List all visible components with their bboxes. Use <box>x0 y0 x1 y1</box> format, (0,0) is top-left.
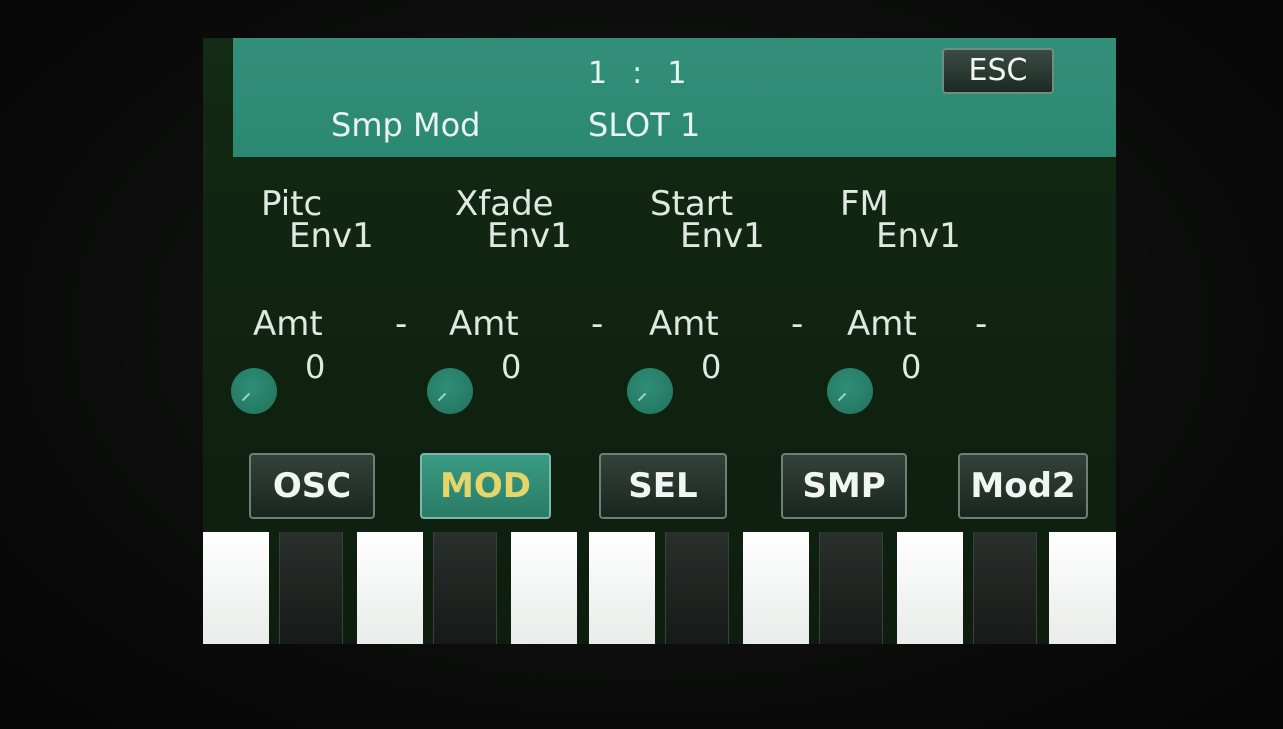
black-key[interactable] <box>433 532 497 644</box>
white-key[interactable] <box>357 532 423 644</box>
param-value: Env1 <box>289 216 374 256</box>
knob-indicator <box>241 392 251 402</box>
esc-button[interactable]: ESC <box>942 48 1054 94</box>
amt-value: 0 <box>901 348 922 386</box>
lcd-screen: 1 : 1 Smp Mod SLOT 1 ESC Pitc Env1 Xfade… <box>203 38 1116 644</box>
white-key[interactable] <box>511 532 577 644</box>
amt-label: Amt <box>649 304 719 344</box>
tab-mod[interactable]: MOD <box>420 453 551 519</box>
amt-dash: - <box>791 304 804 344</box>
amt-label: Amt <box>847 304 917 344</box>
knob-indicator <box>837 392 847 402</box>
position-readout: 1 : 1 <box>588 56 689 91</box>
white-key[interactable] <box>589 532 655 644</box>
slot-label: SLOT 1 <box>588 106 701 144</box>
amt-knob-3[interactable] <box>627 368 673 414</box>
black-key[interactable] <box>665 532 729 644</box>
amt-knob-4[interactable] <box>827 368 873 414</box>
page-title: Smp Mod <box>331 106 481 144</box>
amt-knob-1[interactable] <box>231 368 277 414</box>
param-value: Env1 <box>876 216 961 256</box>
tab-sel[interactable]: SEL <box>599 453 727 519</box>
black-key[interactable] <box>973 532 1037 644</box>
tab-osc[interactable]: OSC <box>249 453 375 519</box>
black-key[interactable] <box>819 532 883 644</box>
amt-dash: - <box>975 304 988 344</box>
black-key[interactable] <box>279 532 343 644</box>
white-key[interactable] <box>743 532 809 644</box>
white-key[interactable] <box>897 532 963 644</box>
knob-indicator <box>437 392 447 402</box>
amt-knob-2[interactable] <box>427 368 473 414</box>
amt-value: 0 <box>305 348 326 386</box>
param-value: Env1 <box>680 216 765 256</box>
amt-label: Amt <box>253 304 323 344</box>
header-bar: 1 : 1 Smp Mod SLOT 1 ESC <box>233 38 1116 157</box>
param-value: Env1 <box>487 216 572 256</box>
tab-smp[interactable]: SMP <box>781 453 907 519</box>
amt-label: Amt <box>449 304 519 344</box>
white-key[interactable] <box>1049 532 1116 644</box>
knob-indicator <box>637 392 647 402</box>
amt-dash: - <box>395 304 408 344</box>
tab-mod2[interactable]: Mod2 <box>958 453 1088 519</box>
amt-dash: - <box>591 304 604 344</box>
amt-value: 0 <box>701 348 722 386</box>
white-key[interactable] <box>203 532 269 644</box>
amt-value: 0 <box>501 348 522 386</box>
